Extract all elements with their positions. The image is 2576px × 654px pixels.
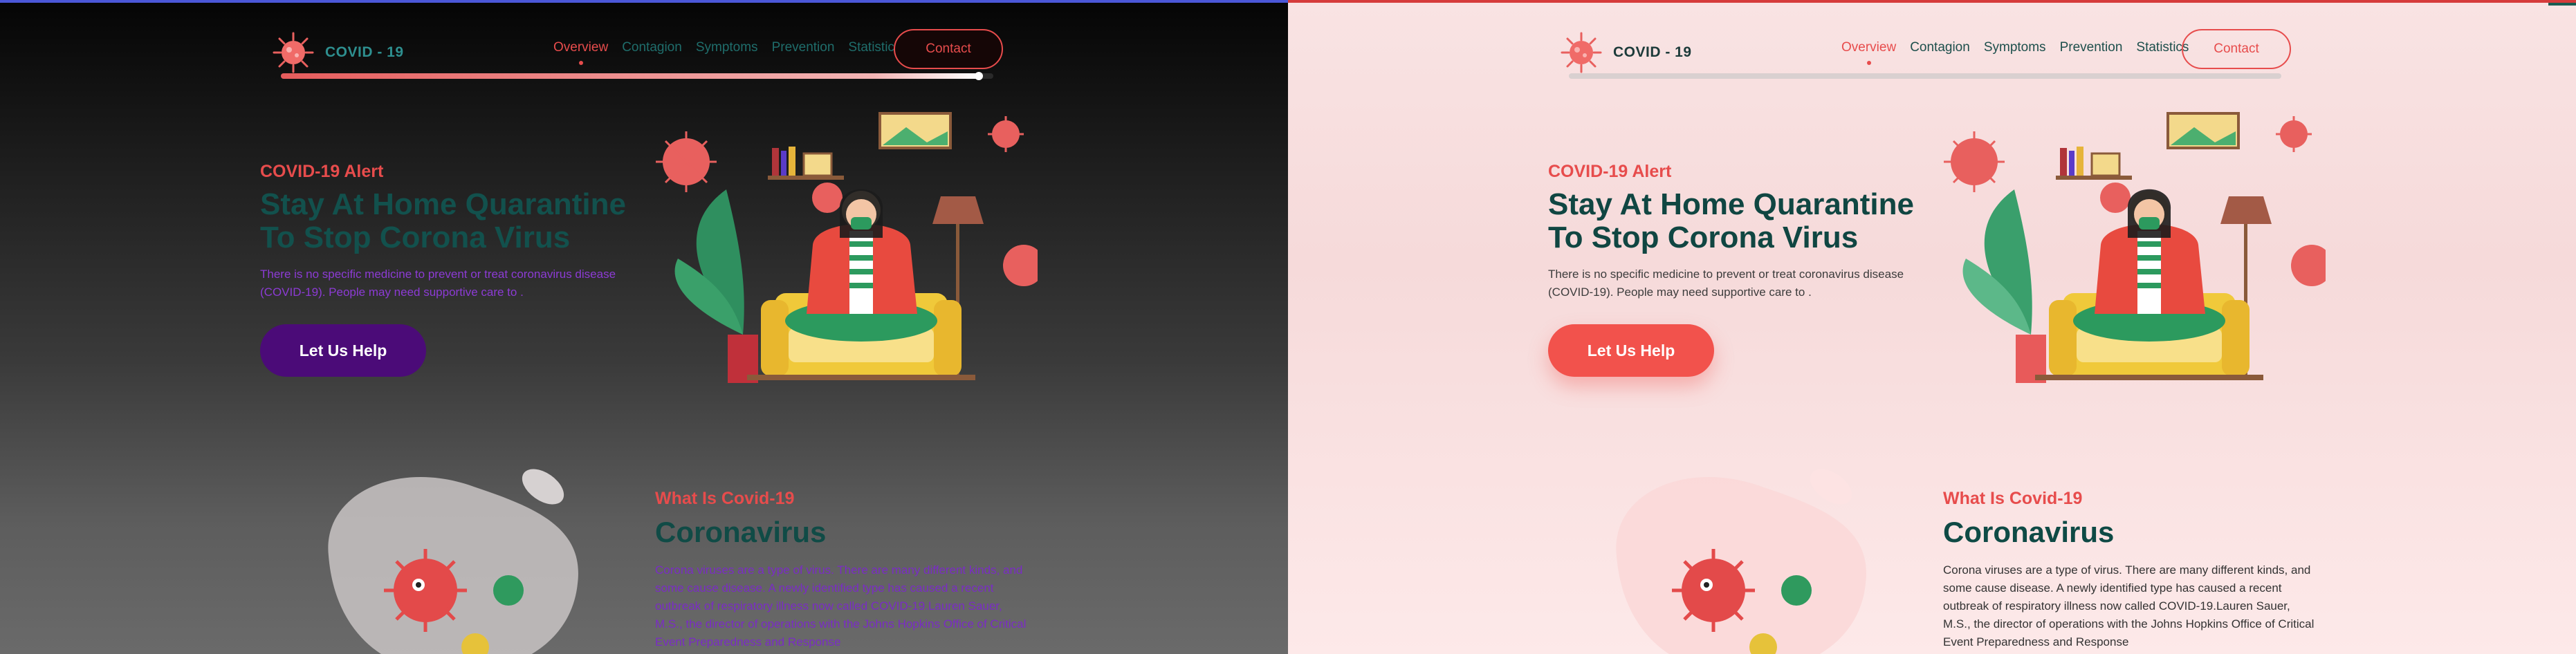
nav-item-prevention[interactable]: Prevention [2060,40,2123,55]
let-us-help-button[interactable]: Let Us Help [1548,324,1714,377]
scroll-progress-bar [281,72,993,80]
nav-item-symptoms[interactable]: Symptoms [696,40,758,55]
quarantine-illustration [1944,112,2326,383]
light-theme-panel: COVID - 19 Overview Contagion Symptoms P… [1288,0,2576,654]
nav-item-overview[interactable]: Overview [1841,40,1896,55]
about-body: Corona viruses are a type of virus. Ther… [1943,563,2315,648]
hero-eyebrow: COVID-19 Alert [1548,162,1672,181]
virus-blob-illustration [328,469,578,654]
nav-item-symptoms[interactable]: Symptoms [1984,40,2046,55]
brand-name: COVID - 19 [325,44,404,60]
nav-item-contagion[interactable]: Contagion [1910,40,1970,55]
main-nav: Overview Contagion Symptoms Prevention S… [1841,40,2189,55]
nav-item-contagion[interactable]: Contagion [622,40,682,55]
nav-item-overview[interactable]: Overview [553,40,608,55]
hero-title: Stay At Home Quarantine To Stop Corona V… [260,187,626,254]
brand-logo[interactable]: COVID - 19 [270,29,404,76]
let-us-help-button[interactable]: Let Us Help [260,324,426,377]
virus-blob-illustration [1616,469,1866,654]
contact-button[interactable]: Contact [894,29,1003,69]
virus-logo-icon [273,32,314,73]
brand-name: COVID - 19 [1613,44,1692,60]
hero-description: There is no specific medicine to prevent… [260,268,616,299]
contact-button[interactable]: Contact [2182,29,2291,69]
hero-title: Stay At Home Quarantine To Stop Corona V… [1548,187,1914,254]
main-nav: Overview Contagion Symptoms Prevention S… [553,40,901,55]
about-title: Coronavirus [1943,516,2115,548]
quarantine-illustration [656,112,1038,383]
hero-description: There is no specific medicine to prevent… [1548,268,1904,299]
about-eyebrow: What Is Covid-19 [1943,489,2083,508]
hero-eyebrow: COVID-19 Alert [260,162,384,181]
about-title: Coronavirus [655,516,827,548]
nav-item-prevention[interactable]: Prevention [772,40,835,55]
brand-logo[interactable]: COVID - 19 [1558,29,1692,76]
about-body: Corona viruses are a type of virus. Ther… [655,563,1027,648]
about-eyebrow: What Is Covid-19 [655,489,795,508]
dark-theme-panel: COVID - 19 Overview Contagion Symptoms P… [0,0,1288,654]
virus-logo-icon [1561,32,1602,73]
scroll-progress-bar [1569,73,2281,79]
scroll-progress-knob[interactable] [975,72,984,80]
scroll-progress-fill [281,73,979,79]
scroll-progress-knob[interactable] [1565,72,1573,80]
